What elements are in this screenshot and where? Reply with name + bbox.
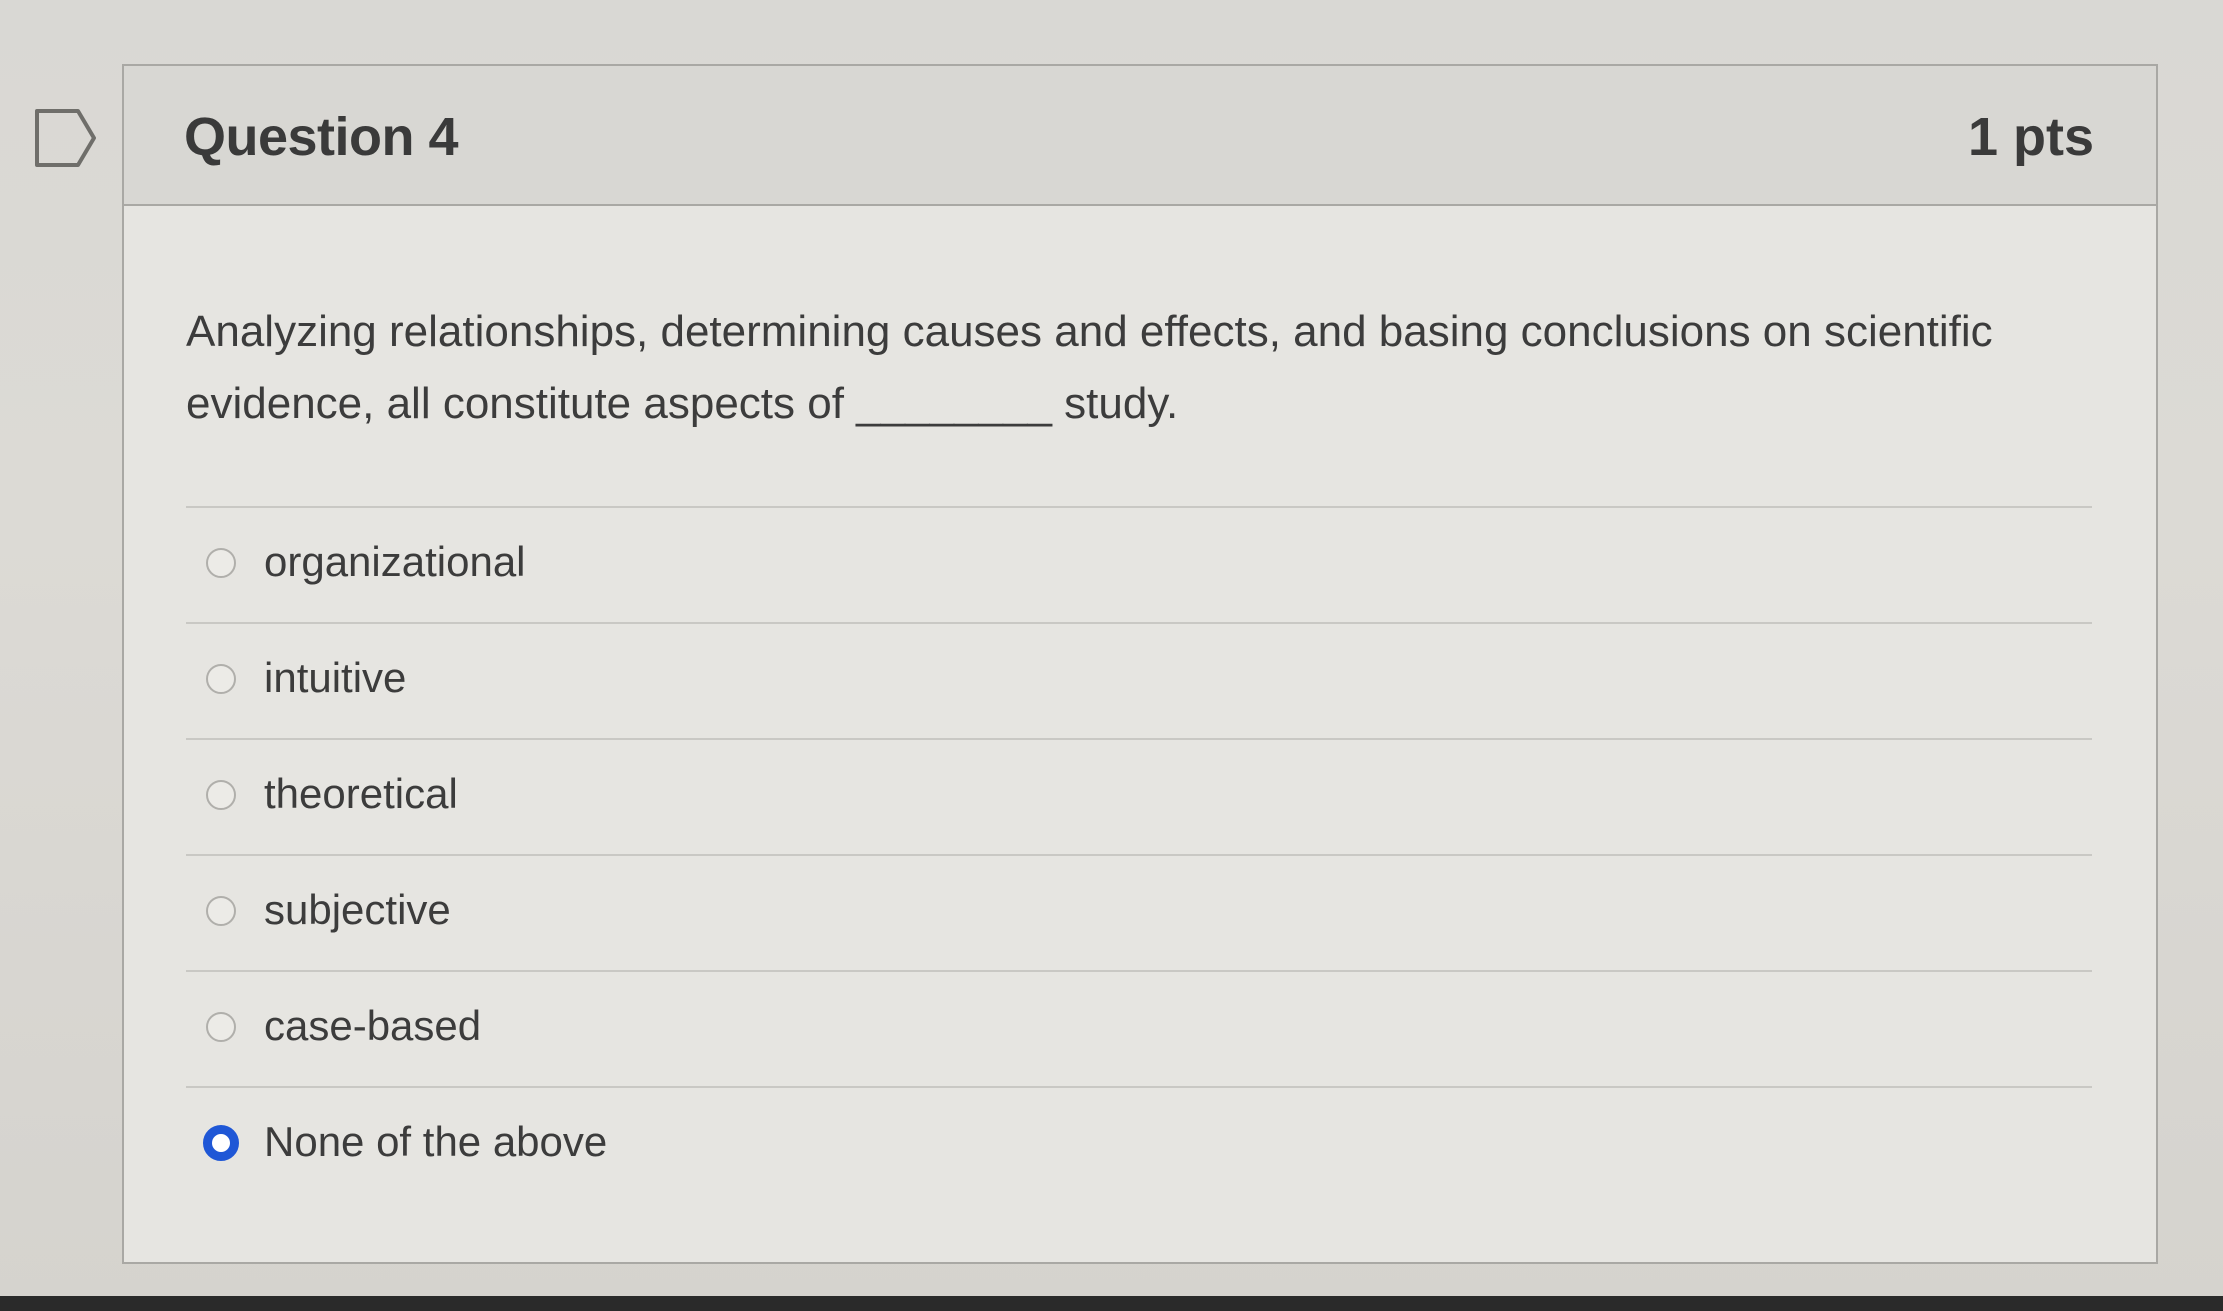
radio-button-selected[interactable] [203,1125,239,1161]
bookmark-flag-icon[interactable] [34,108,98,168]
question-card: Question 4 1 pts Analyzing relationships… [122,64,2158,1264]
answer-label: theoretical [264,770,458,817]
answer-option[interactable]: organizational [186,506,2092,622]
answer-label: organizational [264,538,526,585]
question-points: 1 pts [1967,107,2094,167]
answer-option[interactable]: subjective [186,854,2092,970]
answer-label: subjective [264,886,451,933]
answer-list: organizational intuitive theoretical sub… [186,506,2092,1216]
question-header: Question 4 1 pts [124,66,2156,206]
question-text: Analyzing relationships, determining cau… [186,307,1993,428]
radio-button[interactable] [206,548,236,578]
radio-button[interactable] [206,664,236,694]
radio-button[interactable] [206,780,236,810]
screen-bottom-edge [0,1296,2223,1311]
radio-button[interactable] [206,1012,236,1042]
answer-label: None of the above [264,1118,608,1165]
radio-button[interactable] [206,896,236,926]
answer-label: intuitive [264,654,407,701]
answer-option[interactable]: case-based [186,970,2092,1086]
question-title: Question 4 [184,107,459,167]
answer-option-selected[interactable]: None of the above [186,1086,2092,1216]
answer-option[interactable]: theoretical [186,738,2092,854]
answer-option[interactable]: intuitive [186,622,2092,738]
answer-label: case-based [264,1002,482,1049]
